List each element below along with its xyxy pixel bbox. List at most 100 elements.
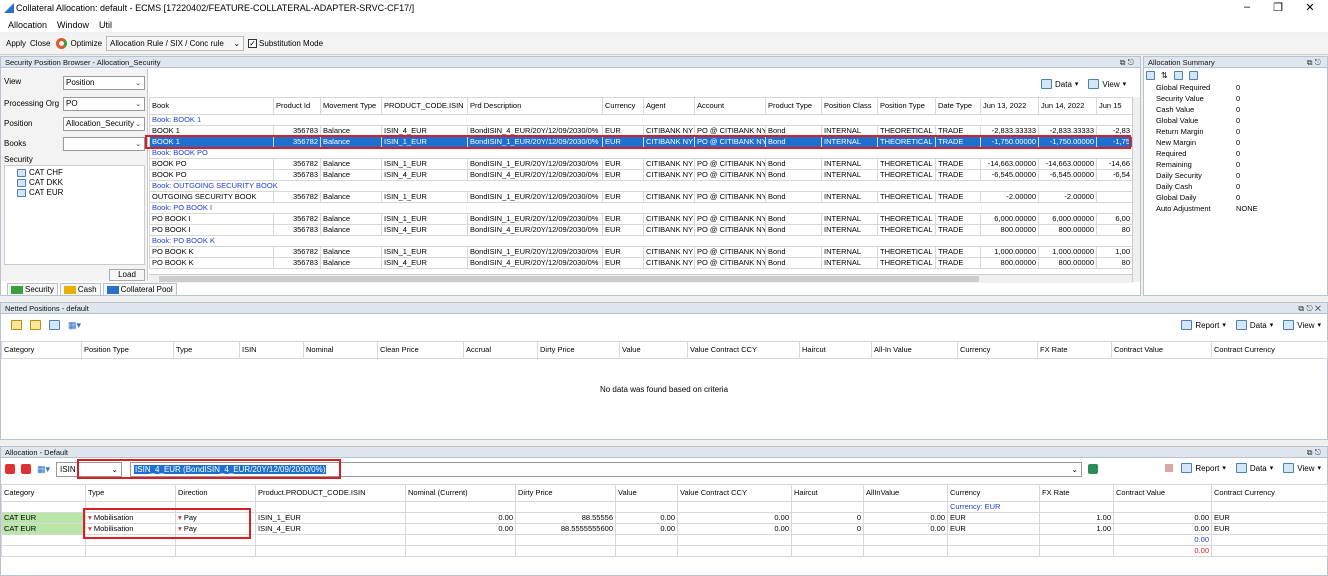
close-window-icon[interactable]: ✕ [1295, 1, 1325, 14]
column-header[interactable]: Value [619, 341, 688, 359]
substitution-checkbox[interactable]: ✓ [248, 39, 258, 48]
view-button[interactable]: View [1102, 80, 1119, 89]
column-header[interactable]: Contract Value [1113, 484, 1212, 502]
processing-org-select[interactable]: PO ⌄ [63, 97, 145, 111]
load-icon[interactable] [30, 320, 41, 330]
allocation-rule-select[interactable]: Allocation Rule / SIX / Conc rule ⌄ [106, 36, 245, 51]
stop-icon[interactable] [1165, 464, 1174, 472]
books-select[interactable]: ⌄ [63, 137, 145, 151]
column-header[interactable]: Contract Currency [1211, 341, 1328, 359]
table-row[interactable]: PO BOOK K 356782 Balance ISIN_1_EUR BondISIN… [149, 246, 1132, 258]
table-row[interactable]: PO BOOK I 356782 Balance ISIN_1_EUR BondISIN… [149, 213, 1132, 225]
column-header[interactable]: PRODUCT_CODE.ISIN [381, 97, 468, 115]
tab-collateral-pool[interactable]: Collateral Pool [102, 283, 177, 296]
column-header[interactable]: Nominal [303, 341, 378, 359]
table-cell[interactable]: ▾ Mobilisation [85, 523, 176, 535]
table-cell[interactable]: ▾ Pay [175, 512, 256, 524]
view-button[interactable]: View [1297, 464, 1314, 473]
minimize-icon[interactable]: – [1232, 1, 1262, 13]
table-cell[interactable]: ▾ Pay [175, 523, 256, 535]
add-allocation-icon[interactable] [5, 464, 15, 474]
column-header[interactable]: Value Contract CCY [687, 341, 800, 359]
apply-button[interactable]: Apply [6, 39, 26, 48]
column-header[interactable]: Nominal (Current) [405, 484, 516, 502]
column-header[interactable]: Contract Value [1111, 341, 1212, 359]
close-button[interactable]: Close [30, 39, 50, 48]
chart-settings-icon[interactable]: ▦▾ [68, 320, 81, 331]
table-row[interactable]: BOOK PO 356782 Balance ISIN_1_EUR BondISIN_1… [149, 158, 1132, 170]
tab-cash[interactable]: Cash [59, 283, 101, 296]
table-row[interactable]: CAT EUR ▾ Mobilisation ▾ Pay ISIN_4_EUR 0.00… [1, 523, 1328, 535]
tree-item[interactable]: CAT CHF [17, 168, 144, 177]
column-header[interactable]: Position Class [821, 97, 878, 115]
menu-allocation[interactable]: Allocation [6, 18, 49, 32]
column-header[interactable]: Jun 14, 2022 [1038, 97, 1097, 115]
data-button[interactable]: Data [1250, 464, 1267, 473]
scrollbar-thumb[interactable] [159, 276, 979, 282]
group-row[interactable]: Book: OUTGOING SECURITY BOOK [149, 180, 1132, 192]
tree-item[interactable]: CAT EUR [17, 188, 144, 197]
column-header[interactable]: FX Rate [1037, 341, 1112, 359]
column-header[interactable]: Haircut [799, 341, 872, 359]
column-header[interactable]: Currency [602, 97, 644, 115]
column-header[interactable]: Account [694, 97, 766, 115]
column-header[interactable]: Position Type [877, 97, 936, 115]
position-select[interactable]: Allocation_Security ⌄ [63, 117, 145, 131]
group-row[interactable]: Book: BOOK PO [149, 147, 1132, 159]
table-row[interactable]: CAT EUR ▾ Mobilisation ▾ Pay ISIN_1_EUR 0.00… [1, 512, 1328, 524]
column-header[interactable]: Book [149, 97, 274, 115]
vertical-scrollbar[interactable] [1132, 97, 1140, 282]
filter-icon[interactable] [1173, 71, 1183, 80]
column-header[interactable]: ISIN [239, 341, 304, 359]
column-header[interactable]: Product Id [273, 97, 321, 115]
data-button[interactable]: Data [1250, 321, 1267, 330]
column-header[interactable]: AllInValue [863, 484, 948, 502]
column-header[interactable]: Accrual [463, 341, 538, 359]
isin-type-select[interactable]: ISIN ⌄ [56, 461, 123, 477]
view-select[interactable]: Position ⌄ [63, 76, 145, 90]
remove-allocation-icon[interactable] [21, 464, 31, 474]
pin-icon[interactable]: ⧉ ⎋ [1120, 57, 1134, 68]
column-header[interactable]: Position Type [81, 341, 174, 359]
column-header[interactable]: Product Type [765, 97, 822, 115]
column-header[interactable]: Jun 13, 2022 [980, 97, 1039, 115]
column-header[interactable]: Category [1, 341, 82, 359]
table-row[interactable]: OUTGOING SECURITY BOOK 356782 Balance ISIN_… [149, 191, 1132, 203]
column-header[interactable]: All-In Value [871, 341, 958, 359]
column-header[interactable]: Jun 15 [1096, 97, 1132, 115]
tab-security[interactable]: Security [7, 283, 58, 296]
tree-item[interactable]: CAT DKK [17, 178, 144, 187]
menu-window[interactable]: Window [55, 18, 91, 32]
optimize-icon[interactable] [56, 38, 68, 49]
report-button[interactable]: Report [1195, 464, 1219, 473]
pin-icon[interactable]: ⧉ ⎋ ✕ [1298, 303, 1321, 314]
column-header[interactable]: Currency [947, 484, 1040, 502]
pin-icon[interactable]: ⧉ ⎋ [1307, 57, 1321, 68]
column-header[interactable]: Dirty Price [515, 484, 616, 502]
column-header[interactable]: Haircut [791, 484, 864, 502]
grid-icon[interactable] [1146, 71, 1155, 80]
table-cell[interactable]: ▾ Mobilisation [85, 512, 176, 524]
column-header[interactable]: Type [173, 341, 240, 359]
sort-icon[interactable]: ⇅ [1161, 71, 1168, 80]
column-header[interactable]: Type [85, 484, 176, 502]
group-row[interactable]: Book: PO BOOK K [149, 235, 1132, 247]
config-icon[interactable] [49, 320, 60, 330]
columns-icon[interactable] [1188, 71, 1198, 80]
column-header[interactable]: Clean Price [377, 341, 464, 359]
save-icon[interactable] [11, 320, 22, 330]
pin-icon[interactable]: ⧉ ⎋ [1307, 447, 1321, 458]
group-row[interactable]: Book: BOOK 1 [149, 114, 1132, 126]
view-button[interactable]: View [1297, 321, 1314, 330]
column-header[interactable]: Agent [643, 97, 695, 115]
optimize-button[interactable]: Optimize [70, 39, 102, 48]
group-row[interactable]: Book: PO BOOK I [149, 202, 1132, 214]
column-header[interactable]: FX Rate [1039, 484, 1114, 502]
column-header[interactable]: Contract Currency [1211, 484, 1328, 502]
table-row[interactable]: PO BOOK K 356783 Balance ISIN_4_EUR BondISIN… [149, 257, 1132, 269]
column-header[interactable]: Category [1, 484, 86, 502]
load-button[interactable]: Load [109, 269, 145, 281]
column-header[interactable]: Direction [175, 484, 256, 502]
column-header[interactable]: Value Contract CCY [677, 484, 792, 502]
horizontal-scrollbar[interactable] [149, 274, 1132, 283]
